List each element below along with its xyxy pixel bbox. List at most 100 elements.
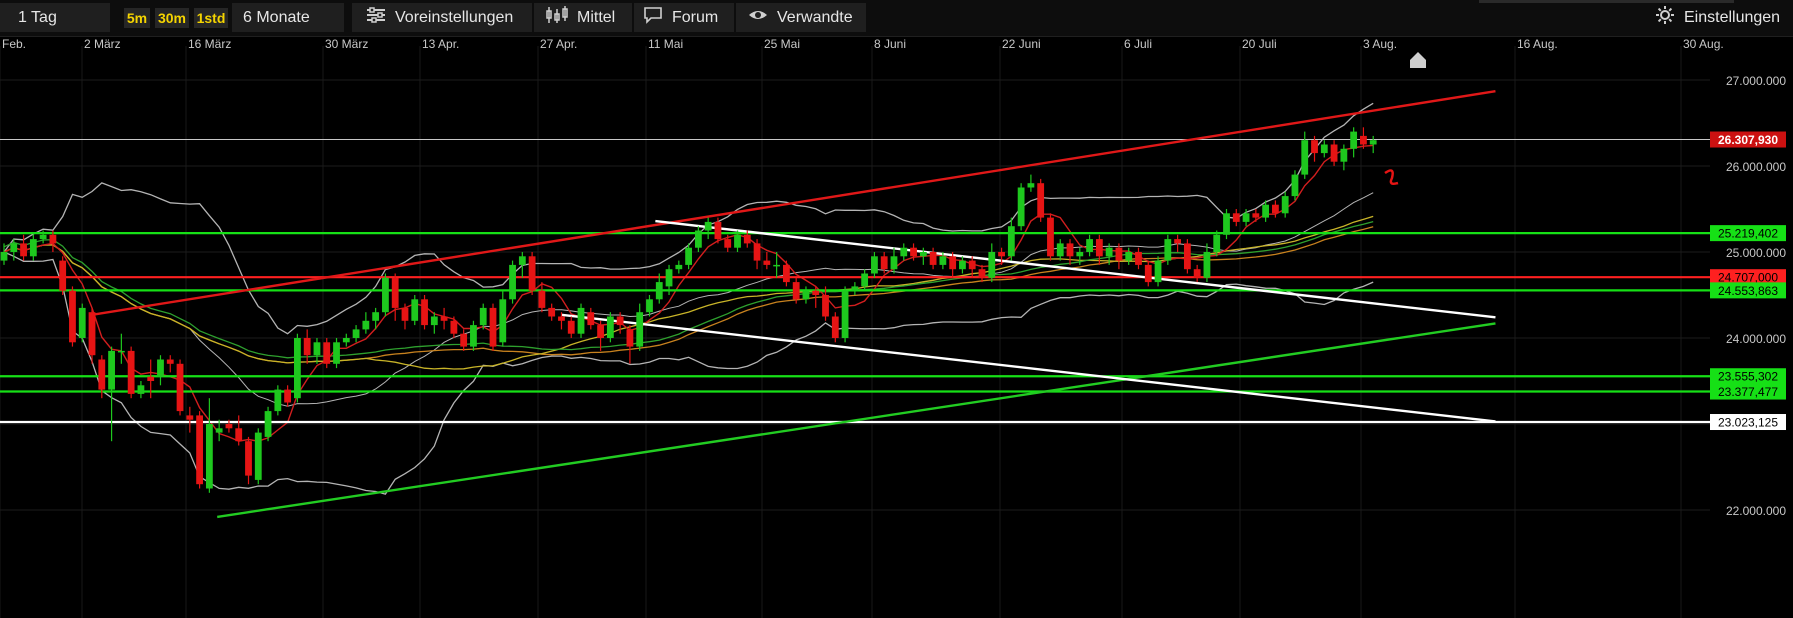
resolution-1std-button[interactable]: 1std [194,8,228,28]
related-button[interactable]: Verwandte [736,3,866,32]
resolution-30m-button[interactable]: 30m [155,8,189,28]
candle-body [773,264,781,267]
candle-body [166,359,174,364]
candle-body [440,316,448,321]
candle-body [743,234,751,244]
candle-body [470,325,477,347]
candle-body [39,234,47,240]
candle-body [0,252,8,261]
candle-body [108,350,115,390]
candle-body [1135,252,1142,265]
candle-body [1330,144,1338,162]
candle-body [861,273,869,287]
price-chart[interactable]: Feb. 2 März 16 März 30 März 13 Apr. 27 Apr. 11… [0,36,1793,618]
candle-body [1203,252,1211,278]
candle-body [998,252,1005,257]
candle-body [176,363,184,412]
candle-body [1007,226,1015,257]
candle-body [78,307,86,338]
candle-body [186,415,194,420]
candle-body [1193,269,1201,278]
forum-button[interactable]: Forum [634,3,734,32]
candle-body [245,441,252,476]
candle-body [205,424,213,489]
moving-average-short [3,144,1374,442]
candle-body [597,325,604,338]
candle-body [968,260,976,270]
chart-grid [0,46,1710,618]
resolution-5m-button[interactable]: 5m [124,8,150,28]
period-label: 1 Tag [18,8,57,26]
candle-body [264,411,272,437]
candle-body [391,277,399,308]
price-badge-label: 23.023,125 [1718,416,1778,430]
candle-body [636,312,644,347]
average-label: Mittel [577,8,616,26]
chart-toolbar: 1 Tag 5m 30m 1std 6 Monate Voreinstellun… [0,0,1793,37]
channel-upper-line [655,219,1496,319]
candle-body [753,243,761,261]
candle-body [352,329,360,338]
candle-body [225,424,233,429]
candle-body [20,243,27,257]
candle-body [548,307,556,317]
candle-body [763,260,771,265]
x-tick-label: 27 Apr. [540,37,577,51]
x-tick-label: 25 Mai [764,37,800,51]
freehand-annotation [1384,169,1399,186]
price-badge-label: 26.307,930 [1718,133,1778,147]
candle-body [284,389,292,403]
y-tick-label: 25.000.000 [1726,246,1786,260]
candlestick-icon [546,6,568,29]
candle-body [323,342,331,364]
candle-body [1223,213,1230,235]
candle-body [1164,239,1172,261]
candle-body [949,256,957,270]
candle-body [313,342,321,356]
candle-body [1105,247,1113,257]
candle-body [577,307,585,334]
sliders-icon [366,7,386,28]
candle-body [137,385,145,394]
x-tick-label: 6 Juli [1124,37,1152,51]
settings-button[interactable]: Einstellungen [1643,3,1793,32]
average-button[interactable]: Mittel [534,3,632,32]
range-selector[interactable]: 6 Monate [232,3,344,32]
chat-bubble-icon [643,6,663,29]
candle-body [558,316,565,321]
presets-button[interactable]: Voreinstellungen [352,3,532,32]
candle-body [871,256,878,274]
x-tick-label: 16 März [188,37,231,51]
candle-body [303,338,311,356]
candle-body [1360,135,1367,145]
gear-icon [1655,5,1675,30]
candle-body [1125,252,1133,261]
channel-lower-line [561,313,1496,423]
candle-body [1154,260,1162,283]
candle-body [342,338,350,343]
candle-body [646,299,653,313]
period-selector[interactable]: 1 Tag [0,3,110,32]
x-axis: Feb. 2 März 16 März 30 März 13 Apr. 27 Apr. 11… [2,37,1724,51]
candle-body [1076,252,1084,257]
candle-body [606,316,614,338]
candle-body [831,316,839,338]
candle-body [235,428,243,442]
candle-body [489,307,497,347]
range-label: 6 Monate [243,8,310,26]
candle-body [841,290,849,338]
candle-body [626,329,634,347]
candle-body [1115,247,1123,261]
candle-body [479,307,487,326]
candle-body [919,252,927,257]
candle-body [157,359,164,377]
candle-body [98,359,106,390]
related-label: Verwandte [777,8,853,26]
candle-body [29,239,37,257]
y-tick-label: 24.000.000 [1726,332,1786,346]
candle-body [1174,239,1181,244]
candle-body [890,256,898,270]
candle-body [430,316,438,326]
x-tick-label: 13 Apr. [422,37,459,51]
candle-body [294,338,301,399]
